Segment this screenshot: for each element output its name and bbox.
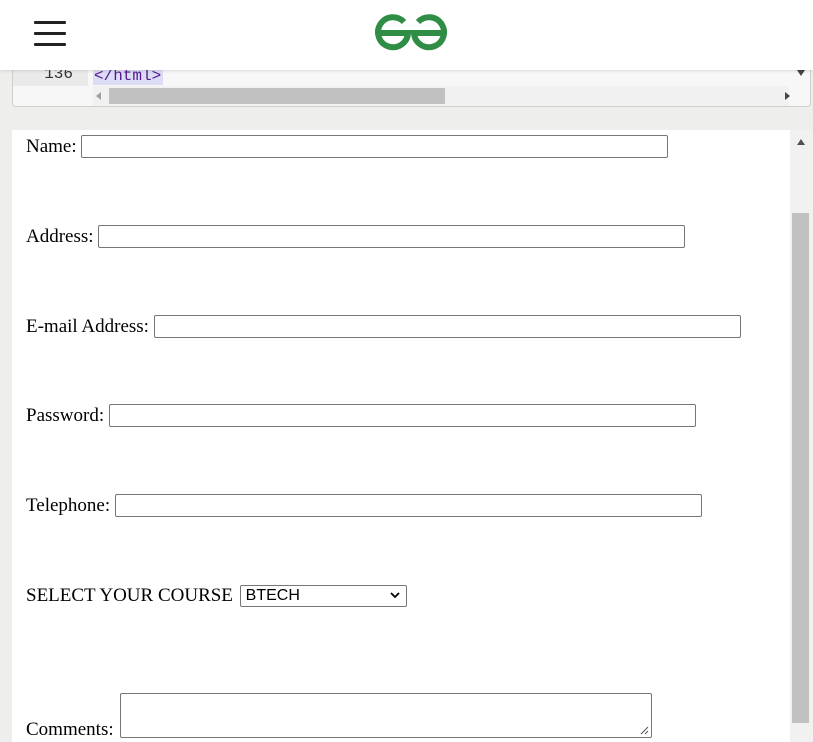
scroll-down-arrow-icon[interactable] xyxy=(797,70,805,76)
course-select[interactable]: BTECH xyxy=(239,584,407,607)
editor-scroll-thumb[interactable] xyxy=(109,88,445,104)
address-label: Address: xyxy=(26,225,94,247)
hamburger-menu-icon[interactable] xyxy=(34,21,66,47)
output-frame: Name: Address: E-mail Address: Password:… xyxy=(12,130,790,742)
scroll-up-arrow-icon[interactable] xyxy=(797,139,805,145)
comments-textarea[interactable] xyxy=(120,693,653,738)
telephone-input[interactable] xyxy=(114,494,702,518)
editor-horizontal-scrollbar[interactable] xyxy=(93,86,790,106)
email-row: E-mail Address: xyxy=(26,315,741,339)
email-label: E-mail Address: xyxy=(26,315,149,337)
address-input[interactable] xyxy=(98,225,686,249)
name-label: Name: xyxy=(26,135,77,157)
page-vertical-scrollbar[interactable] xyxy=(790,130,813,742)
password-input[interactable] xyxy=(108,404,696,428)
password-row: Password: xyxy=(26,404,696,428)
name-input[interactable] xyxy=(81,135,669,159)
course-label: SELECT YOUR COURSE xyxy=(26,584,233,606)
course-selected-value: BTECH xyxy=(245,586,300,604)
course-row: SELECT YOUR COURSE BTECH xyxy=(26,584,407,607)
comments-row: Comments: xyxy=(26,693,653,740)
email-input[interactable] xyxy=(153,315,741,339)
scroll-right-arrow-icon[interactable] xyxy=(785,92,790,100)
name-row: Name: xyxy=(26,135,669,159)
comments-label: Comments: xyxy=(26,719,114,740)
password-label: Password: xyxy=(26,404,105,426)
chevron-down-icon xyxy=(390,592,400,598)
scroll-left-arrow-icon[interactable] xyxy=(96,92,101,100)
top-bar xyxy=(0,0,813,70)
geeksforgeeks-logo[interactable] xyxy=(373,12,449,54)
resize-grip-icon[interactable] xyxy=(640,726,649,735)
telephone-label: Telephone: xyxy=(26,494,111,516)
address-row: Address: xyxy=(26,225,686,249)
telephone-row: Telephone: xyxy=(26,494,702,518)
page-scroll-thumb[interactable] xyxy=(792,213,809,723)
